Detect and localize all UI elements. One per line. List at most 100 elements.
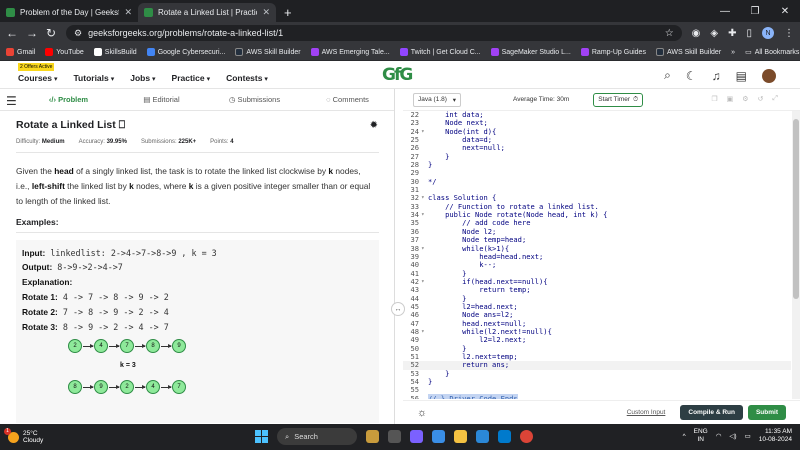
dark-mode-icon[interactable]: ☾ [686, 69, 697, 83]
browser-tab-problem-of-day[interactable]: Problem of the Day | GeeksforG ✕ [0, 3, 138, 22]
code-line[interactable]: 30 */ [403, 177, 791, 186]
code-line[interactable]: 56 // } Driver Code Ends [403, 393, 791, 399]
bookmark-youtube[interactable]: YouTube [45, 48, 84, 56]
vscode-icon[interactable] [498, 430, 511, 443]
nav-contests[interactable]: Contests [226, 73, 268, 83]
chrome-icon[interactable] [520, 430, 533, 443]
fold-chevron-icon[interactable]: ▾ [421, 245, 425, 253]
gfg-logo[interactable]: GfG [382, 65, 413, 85]
rotation-1: Rotate 1: 4 -> 7 -> 8 -> 9 -> 2 [22, 292, 169, 302]
clock[interactable]: 11:35 AM 10-08-2024 [759, 428, 792, 444]
all-bookmarks[interactable]: ▭ All Bookmarks [745, 48, 799, 57]
bookmark-sagemaker[interactable]: SageMaker Studio L... [490, 48, 571, 56]
site-info-icon[interactable]: ⚙ [74, 28, 82, 39]
paste-icon[interactable]: ▣ [727, 95, 734, 103]
reset-icon[interactable]: ↺ [758, 95, 764, 103]
close-tab-icon[interactable]: ✕ [124, 7, 132, 18]
profile-avatar[interactable]: N [762, 27, 774, 39]
forward-icon[interactable]: → [26, 26, 38, 40]
code-line[interactable]: 26 next=null; [403, 144, 791, 153]
diagram-node: 9 [94, 380, 108, 394]
wifi-icon[interactable]: ◠ [716, 432, 722, 440]
bookmark-skillsbuild[interactable]: SkillsBuild [93, 48, 137, 56]
scrollbar-thumb[interactable] [793, 119, 799, 299]
file-explorer-icon[interactable] [454, 430, 467, 443]
editor-scrollbar[interactable] [792, 111, 800, 399]
hamburger-menu-icon[interactable]: ☰ [6, 94, 17, 108]
photos-icon[interactable] [432, 430, 445, 443]
tab-submissions[interactable]: ◷ Submissions [208, 95, 301, 104]
back-icon[interactable]: ← [6, 26, 18, 40]
tab-comments[interactable]: ◌ Comments [301, 95, 394, 104]
bookmark-icon[interactable]: ⎕ [119, 119, 125, 131]
reload-icon[interactable]: ↻ [46, 26, 56, 40]
task-view-icon[interactable] [388, 430, 401, 443]
feedback-icon[interactable]: ▤ [736, 69, 747, 83]
compile-run-button[interactable]: Compile & Run [680, 405, 743, 420]
submit-button[interactable]: Submit [747, 405, 786, 420]
bookmark-gmail[interactable]: Gmail [6, 48, 35, 56]
widgets-app-icon[interactable] [366, 430, 379, 443]
maximize-icon[interactable]: ❐ [740, 6, 770, 17]
close-tab-icon[interactable]: ✕ [262, 7, 270, 18]
code-line[interactable]: 53 } [403, 369, 791, 378]
code-line[interactable]: 28} [403, 160, 791, 169]
code-line[interactable]: 52 return ans; [403, 360, 791, 370]
code-editor[interactable]: 22 int data; 23 Node next; 24 ▾ Node(int d)… [403, 111, 791, 399]
theme-toggle-icon[interactable]: ☼ [417, 407, 427, 419]
bookmark-star-icon[interactable]: ☆ [665, 28, 674, 39]
tray-chevron-icon[interactable]: ^ [683, 433, 686, 440]
extension-icon[interactable]: ◈ [710, 28, 718, 39]
settings-icon[interactable]: ⚙ [742, 95, 748, 103]
fold-chevron-icon[interactable]: ▾ [421, 211, 425, 219]
tab-problem[interactable]: ‹/› Problem [22, 95, 115, 104]
fold-chevron-icon[interactable]: ▾ [421, 328, 425, 336]
code-line[interactable]: 27 } [403, 152, 791, 161]
start-timer-button[interactable]: Start Timer ⏱ [593, 92, 644, 107]
taskbar-search[interactable]: ⌕ Search [277, 428, 357, 445]
windows-start-icon[interactable] [255, 430, 268, 443]
close-window-icon[interactable]: ✕ [770, 6, 800, 17]
more-bookmarks-icon[interactable]: » [731, 49, 735, 56]
code-line[interactable]: 54} [403, 377, 791, 386]
browser-tab-rotate-linked-list[interactable]: Rotate a Linked List | Practice | ✕ [138, 3, 276, 22]
copy-icon[interactable]: ❐ [711, 95, 717, 103]
bookmark-google-cyber[interactable]: Google Cybersecuri... [146, 48, 225, 56]
language-indicator[interactable]: ENG IN [694, 428, 708, 444]
fold-chevron-icon[interactable]: ▾ [421, 194, 425, 202]
nav-jobs[interactable]: Jobs [130, 73, 155, 83]
fullscreen-icon[interactable]: ⤢ [772, 95, 778, 103]
browser-menu-icon[interactable]: ⋮ [784, 28, 794, 39]
language-select[interactable]: Java (1.8) ▾ [413, 92, 461, 107]
minimize-icon[interactable]: — [710, 6, 740, 17]
fold-chevron-icon[interactable]: ▾ [421, 128, 425, 136]
bookmark-aws-skill-builder-2[interactable]: AWS Skill Builder [655, 48, 721, 56]
fold-chevron-icon[interactable]: ▾ [421, 278, 425, 286]
address-bar[interactable]: ⚙ geeksforgeeks.org/problems/rotate-a-li… [66, 25, 682, 41]
battery-icon[interactable]: ▭ [745, 432, 751, 440]
report-bug-icon[interactable]: ✹ [370, 120, 378, 131]
bookmark-ramp-up[interactable]: Ramp-Up Guides [580, 48, 646, 56]
weather-widget[interactable]: 25°CCloudy [0, 427, 43, 444]
nav-practice[interactable]: Practice [172, 73, 211, 83]
bookmark-aws-skill-builder[interactable]: AWS Skill Builder [235, 48, 301, 56]
notification-bell-icon[interactable]: ♫ [712, 69, 721, 83]
volume-icon[interactable]: ◁) [729, 432, 736, 440]
tab-editorial[interactable]: ▤ Editorial [115, 95, 208, 104]
camera-extension-icon[interactable]: ◉ [692, 28, 701, 39]
custom-input-link[interactable]: Custom Input [627, 409, 666, 416]
offers-badge[interactable]: 2 Offers Active [18, 63, 55, 71]
user-avatar[interactable] [762, 68, 776, 83]
nav-courses[interactable]: Courses [18, 73, 57, 83]
pane-resize-handle[interactable]: ↔ [391, 302, 405, 316]
store-icon[interactable] [476, 430, 489, 443]
new-tab-button[interactable]: + [284, 5, 292, 20]
sidepanel-icon[interactable]: ▯ [746, 28, 752, 39]
nav-tutorials[interactable]: Tutorials [73, 73, 114, 83]
puzzle-icon[interactable]: ✚ [728, 28, 736, 39]
search-icon[interactable]: ⌕ [664, 68, 671, 83]
bookmark-aws-emerging[interactable]: AWS Emerging Tale... [310, 48, 390, 56]
bookmark-twitch[interactable]: Twitch | Get Cloud C... [399, 48, 481, 56]
code-line[interactable]: 29 [403, 169, 791, 178]
teams-icon[interactable] [410, 430, 423, 443]
